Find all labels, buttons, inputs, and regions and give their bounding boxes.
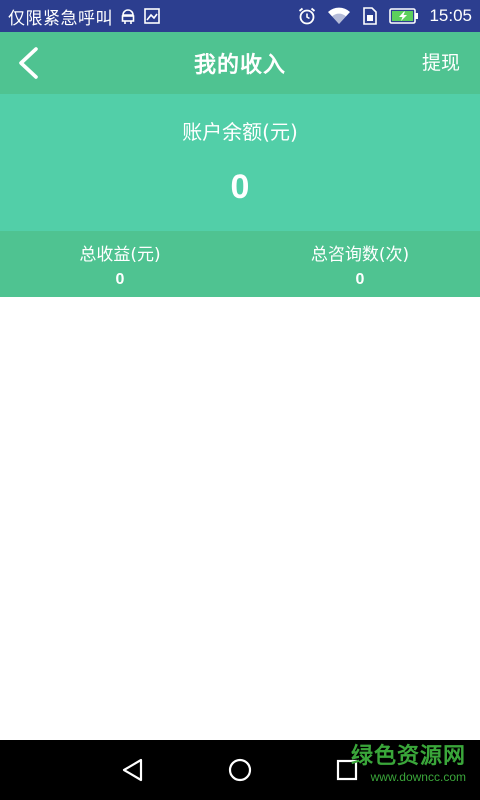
balance-label: 账户余额(元)	[182, 120, 298, 144]
page-title: 我的收入	[193, 53, 286, 78]
back-button[interactable]	[8, 42, 48, 84]
nav-back-button[interactable]	[113, 750, 153, 790]
stat-label: 总咨询数(次)	[310, 245, 410, 265]
watermark: 绿色资源网 www.downcc.com	[351, 744, 466, 784]
clock: 15:05	[429, 6, 472, 25]
stat-value: 0	[355, 271, 365, 288]
wifi-icon	[327, 6, 351, 26]
screen: 仅限紧急呼叫 15:05 我的收入 提现 账户余额(元) 0 总收益(元) 0 …	[0, 0, 480, 800]
balance-value: 0	[230, 168, 250, 206]
status-bar: 仅限紧急呼叫 15:05	[0, 0, 480, 32]
stat-total-consultations: 总咨询数(次) 0	[240, 231, 480, 297]
triangle-back-icon	[122, 758, 143, 782]
status-right: 15:05	[297, 6, 472, 26]
image-icon	[143, 7, 161, 25]
stats-row: 总收益(元) 0 总咨询数(次) 0	[0, 231, 480, 297]
circle-home-icon	[228, 758, 252, 782]
watermark-title: 绿色资源网	[350, 744, 466, 769]
status-left: 仅限紧急呼叫	[8, 4, 297, 29]
stat-total-earnings: 总收益(元) 0	[0, 231, 240, 297]
carrier-text: 仅限紧急呼叫	[8, 8, 113, 29]
nav-home-button[interactable]	[220, 750, 260, 790]
stat-label: 总收益(元)	[79, 245, 161, 265]
sim-icon	[361, 6, 379, 26]
withdraw-button[interactable]: 提现	[422, 32, 460, 94]
stat-value: 0	[115, 271, 125, 288]
chevron-left-icon	[19, 47, 38, 79]
alarm-icon	[297, 6, 317, 26]
content-area	[0, 297, 480, 740]
watermark-url: www.downcc.com	[370, 770, 466, 784]
android-debug-icon	[119, 7, 137, 25]
app-bar: 我的收入 提现	[0, 32, 480, 94]
balance-panel: 账户余额(元) 0	[0, 94, 480, 231]
battery-charging-icon	[389, 7, 419, 25]
